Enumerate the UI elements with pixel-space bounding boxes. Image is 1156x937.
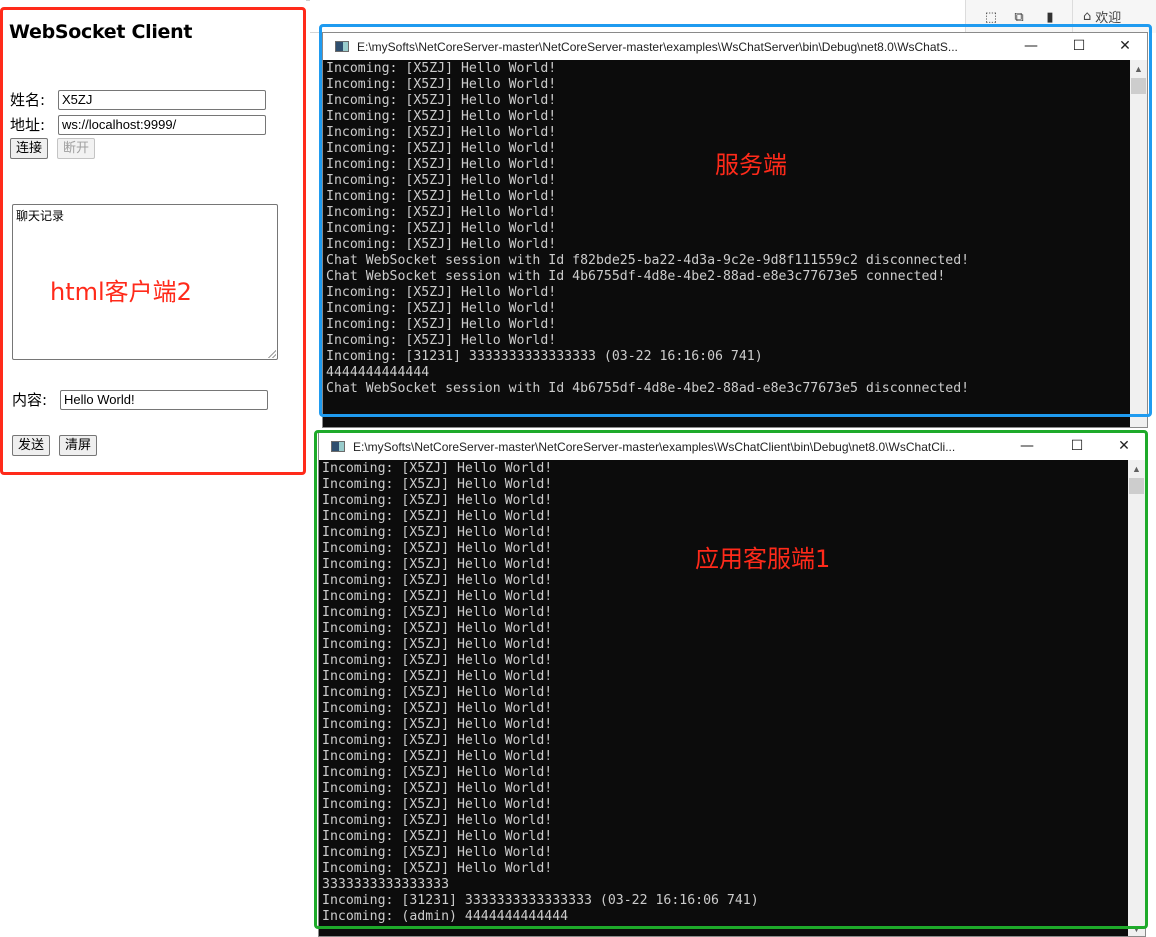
clear-button[interactable]: 清屏 — [59, 435, 98, 456]
client-scrollbar[interactable]: ▲ ▼ — [1128, 460, 1145, 936]
console-app-icon — [331, 441, 345, 452]
console-line: Incoming: [X5ZJ] Hello World! — [322, 605, 553, 620]
scroll-down-icon[interactable]: ▼ — [1128, 924, 1145, 934]
console-line: Chat WebSocket session with Id 4b6755df-… — [326, 269, 946, 284]
client-console-output: Incoming: [X5ZJ] Hello World! Incoming: [… — [319, 460, 1128, 936]
content-row: 内容: — [12, 389, 268, 410]
welcome-tab[interactable]: ⌂ 欢迎 — [1072, 0, 1156, 33]
console-line: Incoming: [X5ZJ] Hello World! — [326, 93, 557, 108]
console-line: Incoming: [X5ZJ] Hello World! — [322, 685, 553, 700]
address-row: 地址: — [10, 114, 266, 135]
console-app-icon — [335, 41, 349, 52]
server-annotation: 服务端 — [715, 151, 787, 179]
console-line: 4444444444444 — [326, 365, 430, 380]
console-line: Incoming: [X5ZJ] Hello World! — [322, 477, 553, 492]
console-line: Incoming: [X5ZJ] Hello World! — [322, 701, 553, 716]
console-line: Incoming: [X5ZJ] Hello World! — [322, 733, 553, 748]
client-window-title: E:\mySofts\NetCoreServer-master\NetCoreS… — [353, 439, 956, 454]
scroll-thumb[interactable] — [1129, 478, 1144, 494]
console-line: 3333333333333333 — [322, 877, 450, 892]
dock-side-icon[interactable]: ▮ — [1042, 9, 1058, 24]
console-line: Incoming: [X5ZJ] Hello World! — [326, 77, 557, 92]
console-line: Incoming: [X5ZJ] Hello World! — [322, 573, 553, 588]
home-icon: ⌂ — [1083, 9, 1092, 24]
console-line: Chat WebSocket session with Id 4b6755df-… — [326, 381, 970, 396]
select-element-icon[interactable]: ⬚ — [983, 9, 999, 24]
app-client-annotation: 应用客服端1 — [695, 545, 831, 573]
name-label: 姓名: — [10, 91, 46, 109]
client-console-window: E:\mySofts\NetCoreServer-master\NetCoreS… — [318, 432, 1146, 937]
console-line: Incoming: [X5ZJ] Hello World! — [322, 637, 553, 652]
address-input[interactable] — [58, 114, 266, 135]
scroll-up-icon[interactable]: ▲ — [1130, 64, 1147, 74]
console-line: Incoming: [X5ZJ] Hello World! — [326, 189, 557, 204]
console-line: Incoming: [X5ZJ] Hello World! — [326, 285, 557, 300]
console-line: Chat WebSocket session with Id f82bde25-… — [326, 253, 970, 268]
console-line: Incoming: [X5ZJ] Hello World! — [322, 509, 553, 524]
console-line: Incoming: [X5ZJ] Hello World! — [326, 109, 557, 124]
device-toggle-icon[interactable]: ⧉ — [1011, 9, 1027, 24]
content-label: 内容: — [12, 391, 48, 409]
console-line: Incoming: [X5ZJ] Hello World! — [326, 205, 557, 220]
console-line: Incoming: [X5ZJ] Hello World! — [322, 717, 553, 732]
minimize-button[interactable]: — — [1008, 33, 1054, 60]
server-scrollbar[interactable]: ▲ — [1130, 60, 1147, 427]
console-line: Incoming: [X5ZJ] Hello World! — [326, 61, 557, 76]
name-input[interactable] — [58, 89, 266, 110]
maximize-button[interactable]: ☐ — [1056, 33, 1102, 60]
scroll-thumb[interactable] — [1131, 78, 1146, 94]
console-line: Incoming: [31231] 3333333333333333 (03-2… — [326, 349, 763, 364]
address-label: 地址: — [10, 116, 46, 134]
chat-log-text: 聊天记录 — [16, 209, 65, 223]
close-button[interactable]: ✕ — [1101, 433, 1147, 460]
console-line: Incoming: (admin) 4444444444444 — [322, 909, 569, 924]
console-line: Incoming: [X5ZJ] Hello World! — [322, 461, 553, 476]
console-line: Incoming: [X5ZJ] Hello World! — [322, 669, 553, 684]
console-line: Incoming: [X5ZJ] Hello World! — [322, 653, 553, 668]
console-line: Incoming: [X5ZJ] Hello World! — [326, 333, 557, 348]
console-line: Incoming: [X5ZJ] Hello World! — [326, 317, 557, 332]
console-line: Incoming: [X5ZJ] Hello World! — [326, 301, 557, 316]
console-line: Incoming: [X5ZJ] Hello World! — [322, 621, 553, 636]
maximize-button[interactable]: ☐ — [1054, 433, 1100, 460]
console-line: Incoming: [X5ZJ] Hello World! — [326, 237, 557, 252]
console-line: Incoming: [X5ZJ] Hello World! — [322, 829, 553, 844]
minimize-button[interactable]: — — [1004, 433, 1050, 460]
server-console-output: Incoming: [X5ZJ] Hello World! Incoming: [… — [323, 60, 1130, 427]
html-client-annotation: html客户端2 — [50, 278, 192, 306]
console-line: Incoming: [X5ZJ] Hello World! — [322, 813, 553, 828]
server-console-window: E:\mySofts\NetCoreServer-master\NetCoreS… — [322, 32, 1148, 428]
content-input[interactable] — [60, 389, 268, 410]
console-line: Incoming: [31231] 3333333333333333 (03-2… — [322, 893, 759, 908]
console-line: Incoming: [X5ZJ] Hello World! — [322, 749, 553, 764]
close-button[interactable]: ✕ — [1102, 33, 1148, 60]
send-button[interactable]: 发送 — [12, 435, 51, 456]
console-line: Incoming: [X5ZJ] Hello World! — [322, 781, 553, 796]
page-title: WebSocket Client — [9, 21, 193, 43]
connect-button[interactable]: 连接 — [10, 138, 49, 159]
console-line: Incoming: [X5ZJ] Hello World! — [322, 797, 553, 812]
disconnect-button[interactable]: 断开 — [57, 138, 96, 159]
console-line: Incoming: [X5ZJ] Hello World! — [322, 861, 553, 876]
console-line: Incoming: [X5ZJ] Hello World! — [322, 589, 553, 604]
welcome-tab-label: 欢迎 — [1095, 11, 1122, 26]
console-line: Incoming: [X5ZJ] Hello World! — [322, 845, 553, 860]
html-client-page: WebSocket Client 姓名: 地址: 连接 断开 聊天记录 内容: … — [0, 0, 306, 475]
console-line: Incoming: [X5ZJ] Hello World! — [326, 221, 557, 236]
server-window-title: E:\mySofts\NetCoreServer-master\NetCoreS… — [357, 39, 958, 54]
console-line: Incoming: [X5ZJ] Hello World! — [322, 493, 553, 508]
console-line: Incoming: [X5ZJ] Hello World! — [326, 125, 557, 140]
scroll-up-icon[interactable]: ▲ — [1128, 464, 1145, 474]
resize-grip-icon[interactable] — [268, 350, 276, 358]
console-line: Incoming: [X5ZJ] Hello World! — [322, 765, 553, 780]
name-row: 姓名: — [10, 89, 266, 110]
